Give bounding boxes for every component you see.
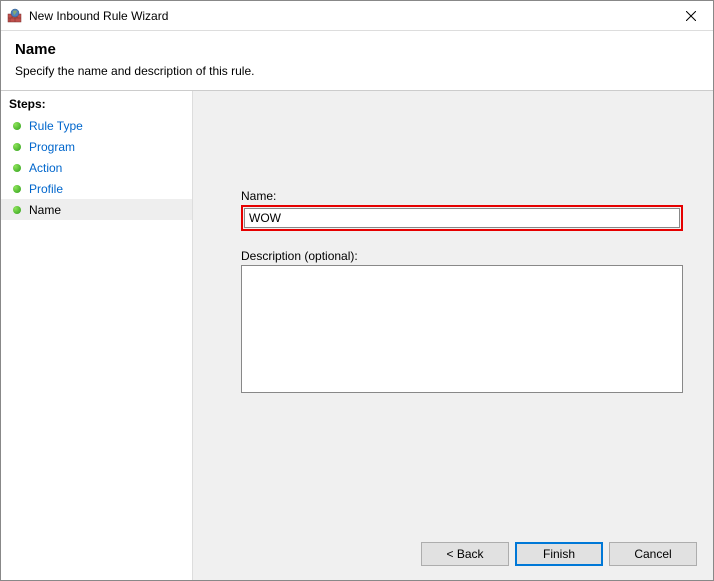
- firewall-icon: [7, 8, 23, 24]
- finish-button[interactable]: Finish: [515, 542, 603, 566]
- body: Steps: Rule Type Program Action Profile …: [1, 91, 713, 580]
- step-label: Program: [29, 140, 75, 154]
- name-input[interactable]: [244, 208, 680, 228]
- step-label: Rule Type: [29, 119, 83, 133]
- step-name[interactable]: Name: [1, 199, 192, 220]
- bullet-icon: [13, 122, 21, 130]
- bullet-icon: [13, 143, 21, 151]
- name-highlight: [241, 205, 683, 231]
- step-rule-type[interactable]: Rule Type: [1, 115, 192, 136]
- titlebar: New Inbound Rule Wizard: [1, 1, 713, 31]
- step-program[interactable]: Program: [1, 136, 192, 157]
- description-input[interactable]: [241, 265, 683, 393]
- bullet-icon: [13, 206, 21, 214]
- steps-title: Steps:: [1, 95, 192, 115]
- bullet-icon: [13, 164, 21, 172]
- description-label: Description (optional):: [241, 249, 683, 263]
- step-label: Profile: [29, 182, 63, 196]
- step-label: Name: [29, 203, 61, 217]
- window-title: New Inbound Rule Wizard: [29, 9, 168, 23]
- step-profile[interactable]: Profile: [1, 178, 192, 199]
- close-button[interactable]: [668, 1, 713, 30]
- main-panel: Name: Description (optional): < Back Fin…: [193, 91, 713, 580]
- header: Name Specify the name and description of…: [1, 31, 713, 91]
- step-label: Action: [29, 161, 62, 175]
- back-button[interactable]: < Back: [421, 542, 509, 566]
- form-area: Name: Description (optional):: [193, 91, 713, 396]
- bullet-icon: [13, 185, 21, 193]
- name-label: Name:: [241, 189, 683, 203]
- page-title: Name: [15, 41, 699, 58]
- step-action[interactable]: Action: [1, 157, 192, 178]
- page-description: Specify the name and description of this…: [15, 64, 699, 78]
- steps-sidebar: Steps: Rule Type Program Action Profile …: [1, 91, 193, 580]
- cancel-button[interactable]: Cancel: [609, 542, 697, 566]
- wizard-window: New Inbound Rule Wizard Name Specify the…: [0, 0, 714, 581]
- button-row: < Back Finish Cancel: [421, 542, 697, 566]
